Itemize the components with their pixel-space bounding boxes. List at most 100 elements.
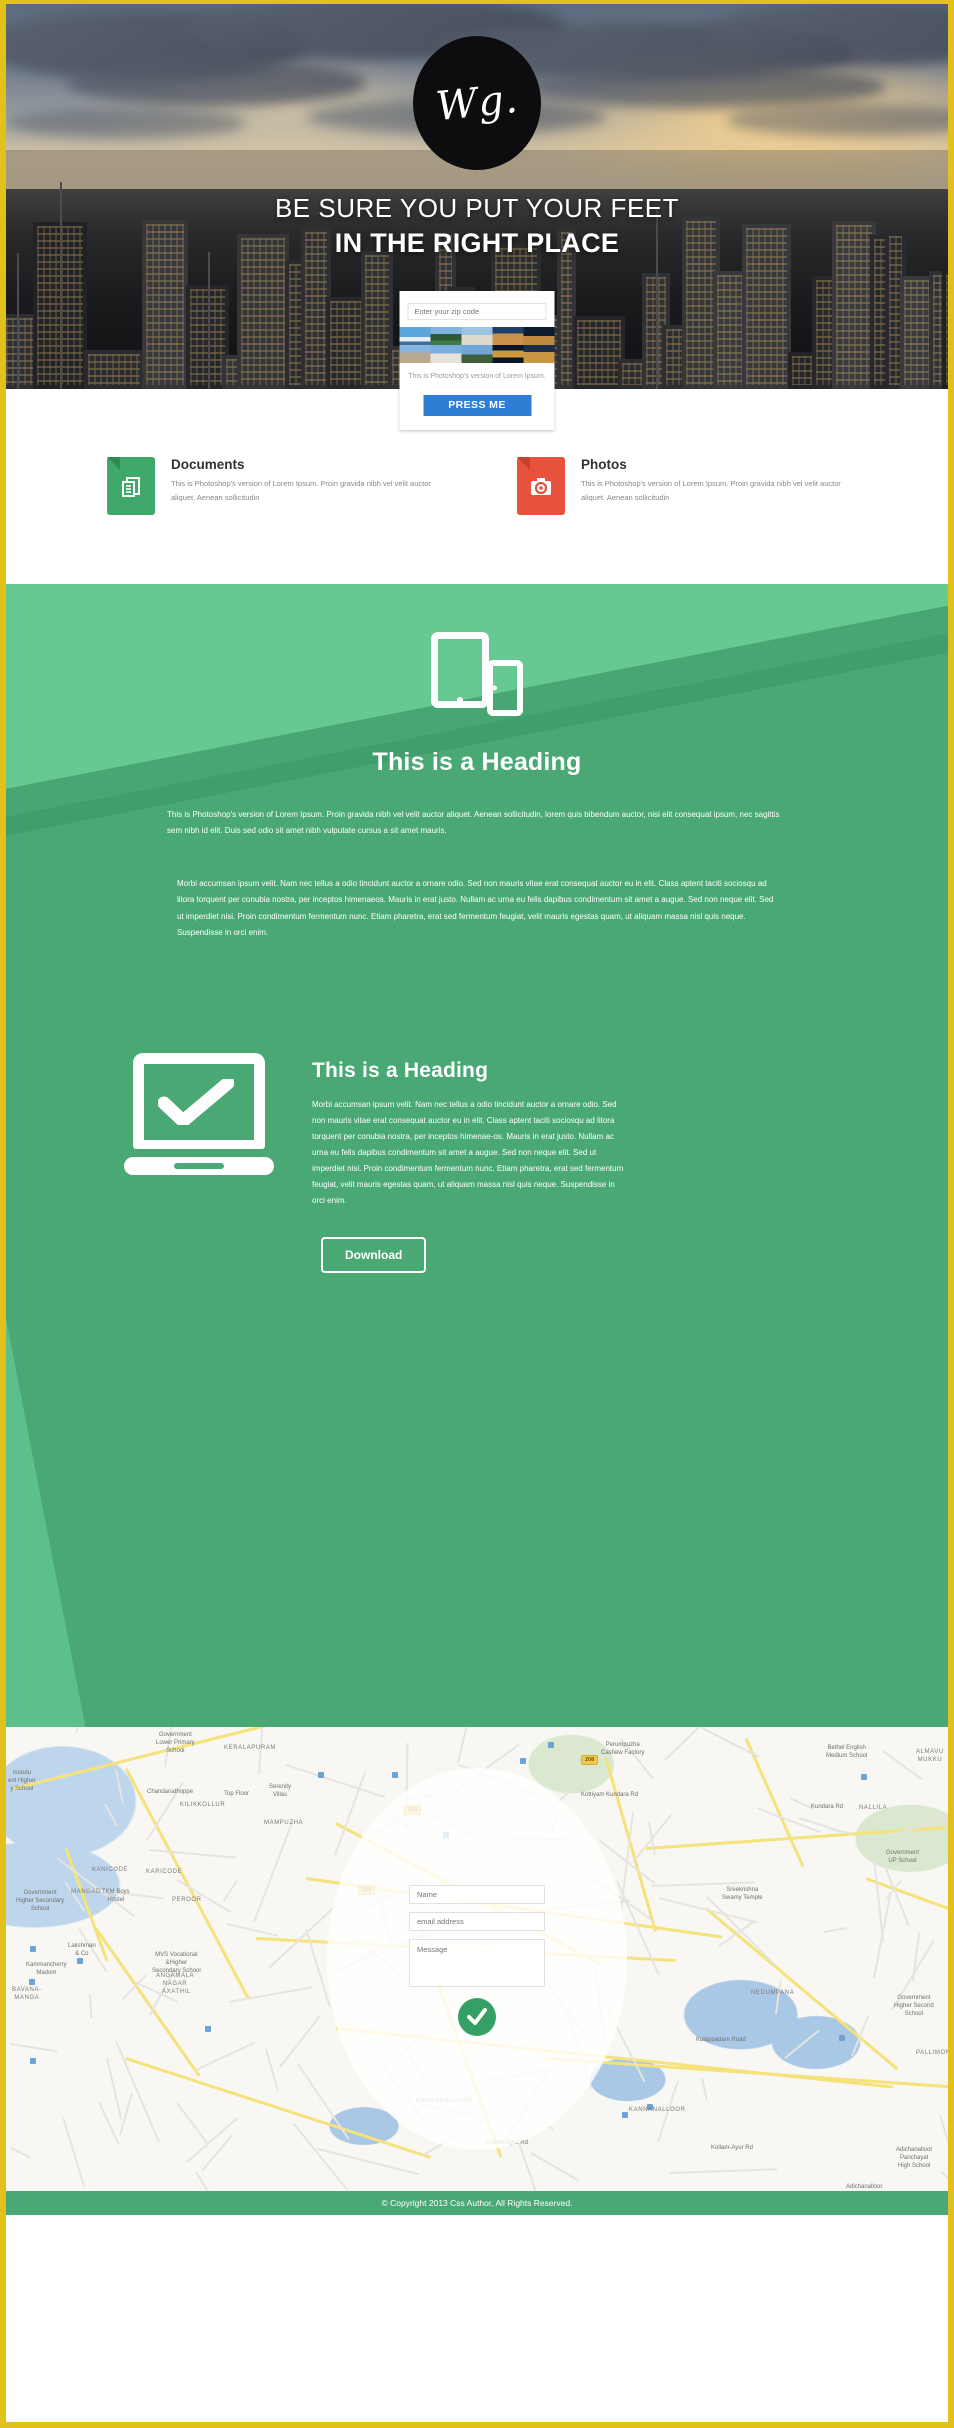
- landmark-thumbnail-grid: [399, 327, 555, 363]
- map-label: NEDUMPANA: [751, 1990, 795, 1996]
- map-label: Top Floor: [224, 1791, 250, 1797]
- document-icon-glyph: [122, 477, 140, 498]
- hero-headline: BE SURE YOU PUT YOUR FEET IN THE RIGHT P…: [6, 192, 948, 261]
- map-section[interactable]: 208208220 GovernmentLower PrimarySchoolK…: [6, 1727, 948, 2191]
- map-label: AXATHIL: [162, 1989, 191, 1995]
- signup-card-note: This is Photoshop's version of Lorem Ips…: [408, 373, 546, 380]
- contact-form: [409, 1885, 545, 2036]
- feature-documents-body: This is Photoshop's version of Lorem Ips…: [171, 479, 431, 502]
- cloud: [6, 108, 246, 138]
- green-section: This is a Heading This is Photoshop's ve…: [6, 584, 948, 1727]
- feature-photos-title: Photos: [581, 457, 627, 472]
- feature-documents-title: Documents: [171, 457, 245, 472]
- features-row: Documents This is Photoshop's version of…: [6, 457, 948, 515]
- map-label: Lakshman & Co: [68, 1943, 96, 1957]
- map-label: KARICODE: [146, 1869, 183, 1875]
- contact-name-input[interactable]: [409, 1885, 545, 1904]
- green-section-content: This is a Heading This is Photoshop's ve…: [6, 632, 948, 941]
- contact-submit-button[interactable]: [458, 1998, 496, 2036]
- thumbnail-taj-mahal: [430, 345, 462, 363]
- phone-icon-body: [487, 660, 523, 716]
- map-label: MAMPUZHA: [264, 1820, 304, 1826]
- map-label: Sreekrishna Swamy Temple: [722, 1887, 763, 1901]
- antenna-spire: [207, 251, 210, 389]
- map-label: PEROOR: [172, 1897, 202, 1903]
- laptop-check-icon: [124, 1053, 274, 1176]
- map-label: Kammancherry Madom: [26, 1962, 67, 1976]
- map-poi-marker: [622, 2112, 628, 2118]
- thumbnail-eiffel-tower: [492, 345, 524, 363]
- download-section-paragraph: Morbi accumsan ipsum velit. Nam nec tell…: [312, 1100, 624, 1206]
- landing-page: Wg. BE SURE YOU PUT YOUR FEET IN THE RIG…: [0, 0, 954, 2428]
- download-section: This is a Heading Morbi accumsan ipsum v…: [6, 1053, 948, 1274]
- press-me-button[interactable]: PRESS ME: [423, 394, 531, 416]
- map-poi-marker: [30, 2058, 36, 2064]
- feature-documents: Documents This is Photoshop's version of…: [107, 457, 437, 515]
- building: [84, 350, 144, 389]
- map-poi-marker: [318, 1772, 324, 1778]
- map-poi-marker: [520, 1758, 526, 1764]
- thumbnail-giza-pyramids: [523, 345, 555, 363]
- map-label: Kollam-Ayur Rd: [711, 2145, 753, 2151]
- map-label: AdichanalloorChenthitta: [846, 2184, 883, 2190]
- footer: © Copyright 2013 Css Author, All Rights …: [6, 2191, 948, 2215]
- map-label: Kulappadam Road: [696, 2037, 746, 2043]
- thumbnail-sydney-opera-house: [399, 327, 431, 345]
- thumbnail-leaning-tower-pisa: [399, 345, 431, 363]
- map-label: Government UP School: [886, 1850, 920, 1864]
- logo-badge[interactable]: Wg.: [413, 36, 541, 170]
- check-icon: [467, 2008, 487, 2025]
- map-label: Bethel English Medium School: [826, 1745, 868, 1759]
- map-label: MANGAD: [71, 1889, 101, 1895]
- map-label: KANICODE: [92, 1867, 129, 1873]
- map-label: moodu ent Higher y School: [8, 1770, 36, 1792]
- cloud: [526, 66, 886, 108]
- map-poi-marker: [77, 1958, 83, 1964]
- contact-email-input[interactable]: [409, 1912, 545, 1931]
- document-icon: [107, 457, 155, 515]
- map-label: Kottiyam Kundara Rd: [581, 1792, 639, 1798]
- green-section-heading: This is a Heading: [372, 748, 582, 776]
- feature-documents-text: Documents This is Photoshop's version of…: [171, 457, 437, 515]
- building: [942, 271, 948, 389]
- logo-text: Wg.: [433, 75, 521, 131]
- map-poi-marker: [392, 1772, 398, 1778]
- map-label: ALMAVU MUKKU: [916, 1749, 944, 1763]
- thumbnail-rio-christ: [430, 327, 462, 345]
- map-poi-marker: [205, 2026, 211, 2032]
- thumbnail-moai-statues: [461, 345, 493, 363]
- feature-photos: Photos This is Photoshop's version of Lo…: [517, 457, 847, 515]
- map-poi-marker: [548, 1742, 554, 1748]
- map-label: KERALAPURAM: [224, 1745, 276, 1751]
- map-label: Chandanathoppe: [147, 1789, 194, 1795]
- map-label: MVS Vocational &Higher Secondary School: [152, 1952, 201, 1974]
- cloud: [66, 60, 366, 106]
- map-label: KANNANALLOOR: [629, 2107, 686, 2113]
- download-button[interactable]: Download: [321, 1237, 427, 1274]
- map-label: Adichanalloor Panchayat High School: [896, 2147, 933, 2169]
- map-label: Government Higher Secondary School: [16, 1890, 65, 1912]
- map-label: Serenity Villas: [269, 1784, 292, 1798]
- zip-code-input[interactable]: [407, 303, 547, 320]
- feature-photos-text: Photos This is Photoshop's version of Lo…: [581, 457, 847, 515]
- camera-icon-glyph: [531, 478, 551, 496]
- map-label: PALLIMON: [916, 2050, 948, 2056]
- contact-message-input[interactable]: [409, 1939, 545, 1987]
- signup-card: This is Photoshop's version of Lorem Ips…: [399, 291, 555, 430]
- map-label: TKM Boys Hostel: [102, 1889, 130, 1903]
- map-label: BAVANA- MANGA: [12, 1987, 42, 2001]
- map-label: Government Higher Second School: [894, 1995, 934, 2017]
- tablet-icon-body: [431, 632, 489, 708]
- map-poi-marker: [30, 1946, 36, 1952]
- tablet-phone-icon: [431, 632, 523, 716]
- download-section-text: This is a Heading Morbi accumsan ipsum v…: [312, 1053, 627, 1274]
- antenna-spire: [17, 253, 19, 389]
- map-label: ANGAMALA NAGAR: [156, 1973, 195, 1987]
- map-label: Government Lower Primary School: [156, 1732, 195, 1754]
- thumbnail-sacre-coeur: [461, 327, 493, 345]
- map-poi-marker: [861, 1774, 867, 1780]
- check-icon: [158, 1079, 234, 1126]
- hero-headline-line2: IN THE RIGHT PLACE: [334, 227, 620, 258]
- download-section-heading: This is a Heading: [312, 1059, 489, 1083]
- camera-icon: [517, 457, 565, 515]
